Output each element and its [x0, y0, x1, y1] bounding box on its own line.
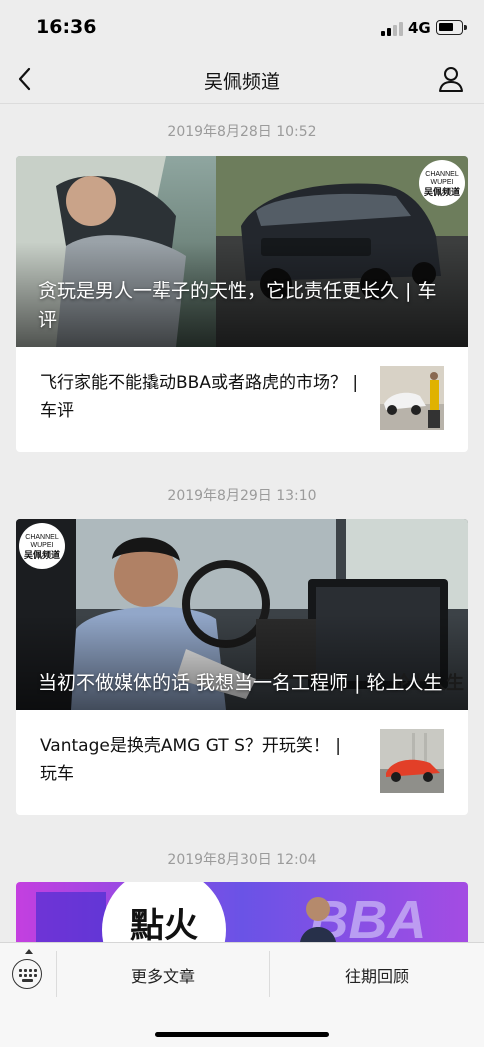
battery-icon	[436, 20, 467, 35]
cover-article[interactable]: 點火 BBA	[16, 882, 468, 942]
profile-button[interactable]	[437, 65, 465, 93]
network-type: 4G	[408, 19, 431, 37]
cover-logo-line3: 吴佩频道	[424, 186, 460, 198]
home-indicator[interactable]	[155, 1032, 329, 1037]
chevron-left-icon	[18, 67, 31, 91]
more-articles-button[interactable]: 更多文章	[57, 963, 269, 987]
cover-logo-line2: WUPEI	[31, 542, 54, 549]
cover-headline: 当初不做媒体的话 我想当一名工程师 | 轮上人生	[38, 672, 443, 694]
expand-caret-icon	[25, 949, 33, 954]
publish-date: 2019年8月29日 13:10	[167, 488, 317, 504]
cover-headline: 贪玩是男人一辈子的天性，它比责任更长久 | 车评	[38, 280, 437, 331]
keyboard-button[interactable]	[12, 959, 42, 989]
cover-logo-line1: CHANNEL	[25, 534, 59, 541]
cover-image: 點火 BBA	[16, 882, 468, 942]
page-title: 吴佩频道	[203, 71, 280, 93]
thumbnail-image	[380, 729, 444, 793]
cover-text-left: 點火	[130, 906, 198, 942]
cover-article[interactable]: CHANNEL WUPEI 吴佩频道 轮上人生 当初不做媒体的话 我想当一名工程…	[16, 519, 468, 710]
publish-date: 2019年8月28日 10:52	[167, 124, 317, 140]
sub-article[interactable]: Vantage是换壳AMG GT S？开玩笑！ | 玩车	[16, 710, 468, 815]
cover-logo-line2: WUPEI	[431, 179, 454, 186]
status-time: 16:36	[36, 16, 97, 38]
back-button[interactable]	[14, 64, 42, 94]
publish-date: 2019年8月30日 12:04	[167, 852, 317, 868]
thumbnail-image	[380, 366, 444, 430]
past-review-button[interactable]: 往期回顾	[270, 963, 484, 987]
sub-headline: Vantage是换壳AMG GT S？开玩笑！ | 玩车	[40, 736, 341, 784]
status-bar: 16:36 4G	[0, 0, 484, 56]
article-list[interactable]: 2019年8月28日 10:52 CHANNEL WUPEI 吴佩频道 贪玩是男…	[0, 104, 484, 942]
user-icon	[439, 67, 463, 92]
cover-logo-line1: CHANNEL	[425, 171, 459, 178]
sub-headline: 飞行家能不能撬动BBA或者路虎的市场？ | 车评	[40, 373, 359, 421]
nav-bar: 吴佩频道	[0, 56, 484, 104]
sub-article[interactable]: 飞行家能不能撬动BBA或者路虎的市场？ | 车评	[16, 347, 468, 452]
article-card: 點火 BBA	[16, 882, 468, 942]
cover-logo-line3: 吴佩频道	[24, 549, 60, 561]
cover-article[interactable]: CHANNEL WUPEI 吴佩频道 贪玩是男人一辈子的天性，它比责任更长久 |…	[16, 156, 468, 347]
signal-icon	[381, 22, 403, 36]
article-card: CHANNEL WUPEI 吴佩频道 轮上人生 当初不做媒体的话 我想当一名工程…	[16, 519, 468, 815]
article-card: CHANNEL WUPEI 吴佩频道 贪玩是男人一辈子的天性，它比责任更长久 |…	[16, 156, 468, 452]
